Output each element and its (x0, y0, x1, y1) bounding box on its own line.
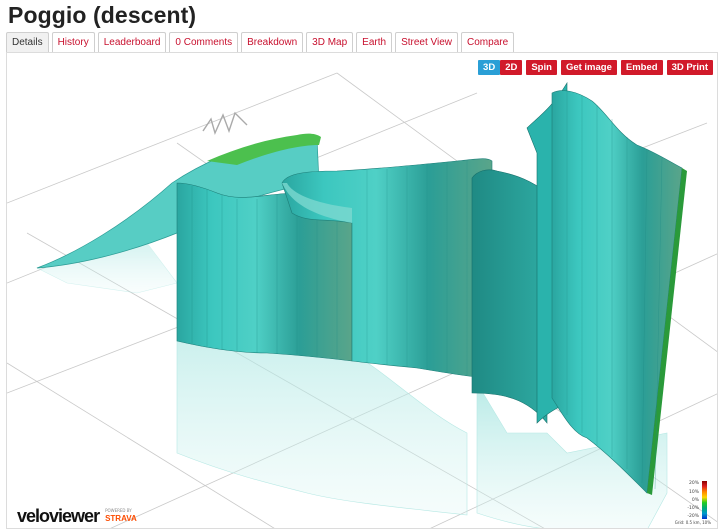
tab-earth[interactable]: Earth (356, 32, 393, 52)
tab-3d-map[interactable]: 3D Map (306, 32, 354, 52)
gradient-scale-bar (702, 481, 707, 519)
tab-leaderboard[interactable]: Leaderboard (97, 32, 167, 52)
page-title: Poggio (descent) (8, 2, 197, 28)
tab-bar: Details History Leaderboard 0 Comments B… (6, 32, 515, 52)
legend-label: 0% (691, 498, 699, 503)
legend-footer: Grid: 0.5 km, 10% (674, 520, 711, 525)
2d-mode-button[interactable]: 2D (500, 60, 523, 75)
tab-street-view[interactable]: Street View (395, 32, 459, 52)
3d-print-button[interactable]: 3D Print (666, 60, 713, 75)
logo-strava: STRAVA (105, 514, 137, 523)
3d-elevation-canvas[interactable] (7, 53, 718, 529)
embed-button[interactable]: Embed (620, 60, 663, 75)
tab-details[interactable]: Details (6, 32, 49, 52)
viewer-toolbar: 3D 2D Spin Get image Embed 3D Print (478, 60, 713, 75)
get-image-button[interactable]: Get image (560, 60, 617, 75)
3d-viewer-panel[interactable]: 3D 2D Spin Get image Embed 3D Print velo… (6, 52, 718, 529)
legend-label: 20% (688, 481, 699, 486)
tab-history[interactable]: History (51, 32, 95, 52)
gradient-legend: 20% 10% 0% -10% -20% Grid: 0.5 km, 10% (671, 481, 711, 525)
veloviewer-logo[interactable]: veloviewer POWERED BY STRAVA (17, 507, 137, 525)
logo-powered-by: POWERED BY (105, 508, 132, 513)
view-mode-toggle: 3D 2D (478, 60, 523, 75)
logo-velo: velo (17, 506, 50, 526)
legend-label: -20% (687, 514, 699, 519)
tab-comments[interactable]: 0 Comments (169, 32, 239, 52)
tab-compare[interactable]: Compare (461, 32, 515, 52)
logo-viewer: viewer (49, 506, 100, 526)
3d-mode-button[interactable]: 3D (478, 60, 501, 75)
tab-breakdown[interactable]: Breakdown (241, 32, 304, 52)
legend-label: 10% (688, 490, 699, 495)
spin-button[interactable]: Spin (526, 60, 557, 75)
legend-label: -10% (687, 506, 699, 511)
